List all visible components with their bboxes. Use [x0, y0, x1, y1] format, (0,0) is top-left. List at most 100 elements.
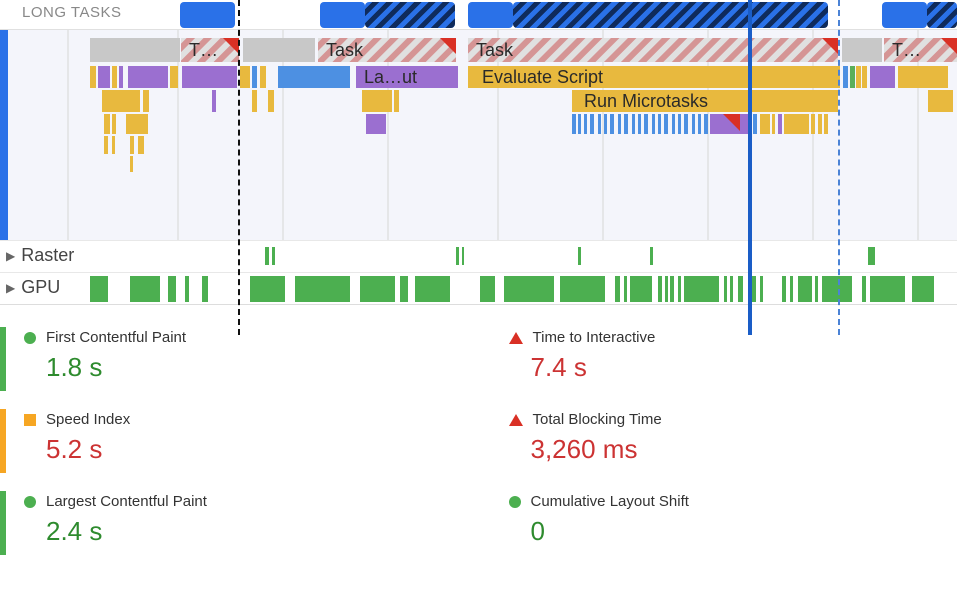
metric-item[interactable]: Largest Contentful Paint 2.4 s	[24, 483, 449, 565]
circle-green-icon	[509, 496, 521, 508]
task-bar[interactable]	[842, 38, 882, 62]
metric-header: Speed Index	[24, 411, 449, 428]
gpu-bar[interactable]	[870, 276, 905, 302]
gpu-bar[interactable]	[480, 276, 495, 302]
run-microtasks-label: Run Microtasks	[584, 91, 708, 111]
metric-item[interactable]: Speed Index 5.2 s	[24, 401, 449, 483]
gpu-bar[interactable]	[724, 276, 727, 302]
gpu-bar[interactable]	[504, 276, 554, 302]
metric-value: 3,260 ms	[531, 434, 934, 465]
gpu-bar[interactable]	[615, 276, 620, 302]
task-label: T…	[892, 40, 921, 60]
metric-header: Cumulative Layout Shift	[509, 493, 934, 510]
gpu-track[interactable]: ▶ GPU	[0, 272, 957, 304]
metric-item[interactable]: First Contentful Paint 1.8 s	[24, 319, 449, 401]
gpu-bar[interactable]	[790, 276, 793, 302]
gpu-bar[interactable]	[630, 276, 652, 302]
raster-bar[interactable]	[462, 247, 464, 265]
gpu-bar[interactable]	[665, 276, 668, 302]
long-task-bar[interactable]	[365, 2, 455, 28]
gpu-bar[interactable]	[782, 276, 786, 302]
metric-item[interactable]: Time to Interactive 7.4 s	[509, 319, 934, 401]
gpu-bar[interactable]	[738, 276, 743, 302]
gpu-bar[interactable]	[760, 276, 763, 302]
gpu-bar[interactable]	[400, 276, 408, 302]
metric-name: Time to Interactive	[533, 329, 656, 346]
gpu-bar[interactable]	[912, 276, 934, 302]
metric-value: 5.2 s	[46, 434, 449, 465]
task-bar[interactable]	[90, 38, 180, 62]
circle-green-icon	[24, 496, 36, 508]
gpu-bar[interactable]	[684, 276, 719, 302]
gpu-bar[interactable]	[560, 276, 605, 302]
long-task-bar[interactable]	[513, 2, 828, 28]
gpu-bar[interactable]	[678, 276, 681, 302]
metric-item[interactable]: Total Blocking Time 3,260 ms	[509, 401, 934, 483]
gpu-bar[interactable]	[90, 276, 108, 302]
raster-track[interactable]: ▶ Raster	[0, 240, 957, 272]
gpu-bar[interactable]	[168, 276, 176, 302]
raster-bar[interactable]	[872, 247, 875, 265]
marker-current-time[interactable]	[748, 0, 752, 335]
gpu-bar[interactable]	[295, 276, 350, 302]
metric-strip	[0, 409, 6, 473]
gpu-bar[interactable]	[624, 276, 627, 302]
gpu-bar[interactable]	[670, 276, 674, 302]
gpu-bar[interactable]	[798, 276, 812, 302]
gpu-bar[interactable]	[658, 276, 662, 302]
gpu-bar[interactable]	[130, 276, 160, 302]
metric-strip	[0, 491, 6, 555]
metric-name: Speed Index	[46, 411, 130, 428]
triangle-red-icon	[509, 332, 523, 344]
metric-name: Total Blocking Time	[533, 411, 662, 428]
raster-bar[interactable]	[272, 247, 275, 265]
task-label: T…	[189, 40, 218, 60]
gpu-bar[interactable]	[822, 276, 852, 302]
gpu-bar[interactable]	[202, 276, 208, 302]
metric-strip	[0, 327, 6, 391]
metric-name: Cumulative Layout Shift	[531, 493, 689, 510]
raster-label: ▶ Raster	[6, 245, 74, 266]
circle-green-icon	[24, 332, 36, 344]
gpu-bar[interactable]	[250, 276, 285, 302]
long-tasks-label: LONG TASKS	[22, 4, 121, 21]
long-task-bar[interactable]	[927, 2, 957, 28]
marker-dashed	[238, 0, 240, 335]
metric-header: Total Blocking Time	[509, 411, 934, 428]
gpu-bar[interactable]	[815, 276, 818, 302]
metric-value: 1.8 s	[46, 352, 449, 383]
square-orange-icon	[24, 414, 36, 426]
metric-header: Time to Interactive	[509, 329, 934, 346]
metric-item[interactable]: Cumulative Layout Shift 0	[509, 483, 934, 565]
gpu-bar[interactable]	[360, 276, 395, 302]
raster-bar[interactable]	[650, 247, 653, 265]
long-task-bar[interactable]	[468, 2, 513, 28]
expand-icon[interactable]: ▶	[6, 281, 15, 295]
metrics-panel: First Contentful Paint 1.8 s Time to Int…	[0, 304, 957, 565]
gpu-bar[interactable]	[415, 276, 450, 302]
metric-header: Largest Contentful Paint	[24, 493, 449, 510]
marker-dashed-blue	[838, 0, 840, 335]
gpu-bar[interactable]	[752, 276, 756, 302]
expand-icon[interactable]: ▶	[6, 249, 15, 263]
task-bar[interactable]	[243, 38, 315, 62]
long-tasks-row: LONG TASKS	[0, 0, 957, 30]
metric-header: First Contentful Paint	[24, 329, 449, 346]
long-task-bar[interactable]	[882, 2, 927, 28]
raster-bar[interactable]	[456, 247, 459, 265]
gpu-label: ▶ GPU	[6, 277, 60, 298]
raster-bar[interactable]	[265, 247, 269, 265]
gpu-bar[interactable]	[730, 276, 733, 302]
task-bar[interactable]	[468, 38, 838, 62]
metric-value: 2.4 s	[46, 516, 449, 547]
flame-svg: T…TaskTaskT… La…ut Evaluate Script	[8, 30, 957, 240]
flame-chart[interactable]: T…TaskTaskT… La…ut Evaluate Script	[0, 30, 957, 240]
evaluate-script-label: Evaluate Script	[482, 67, 603, 87]
raster-bar[interactable]	[578, 247, 581, 265]
gpu-bar[interactable]	[862, 276, 866, 302]
task-label: Task	[326, 40, 364, 60]
layout-bar-label: La…ut	[364, 67, 417, 87]
long-task-bar[interactable]	[320, 2, 365, 28]
gpu-bar[interactable]	[185, 276, 189, 302]
long-task-bar[interactable]	[180, 2, 235, 28]
